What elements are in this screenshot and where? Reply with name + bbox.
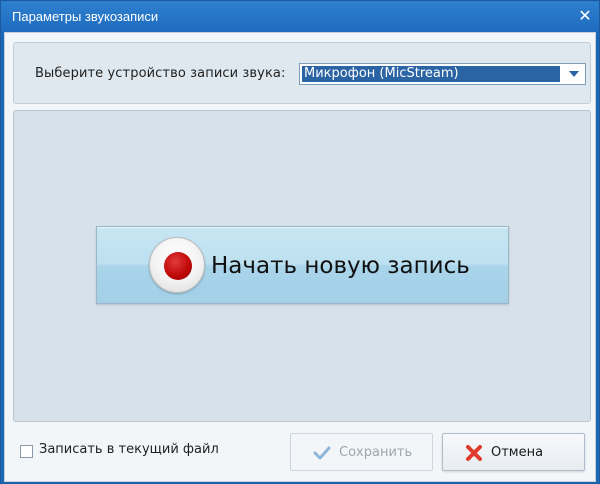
close-button[interactable]: ✕ — [575, 6, 595, 26]
record-icon — [149, 237, 205, 293]
device-label: Выберите устройство записи звука: — [35, 66, 286, 81]
chevron-down-icon[interactable] — [563, 65, 584, 83]
save-label: Сохранить — [339, 445, 413, 460]
cancel-button[interactable]: Отмена — [442, 433, 585, 471]
cross-icon — [466, 445, 482, 461]
close-icon: ✕ — [578, 6, 592, 25]
record-to-current-file-checkbox[interactable] — [20, 445, 33, 458]
checkmark-icon — [313, 446, 331, 460]
device-select-value: Микрофон (MicStream) — [302, 66, 560, 82]
record-panel: Начать новую запись — [13, 110, 591, 422]
cancel-label: Отмена — [491, 445, 544, 460]
footer-bar: Записать в текущий файл Сохранить Отмена — [5, 427, 595, 481]
device-panel: Выберите устройство записи звука: Микроф… — [13, 42, 591, 104]
start-recording-label: Начать новую запись — [211, 253, 470, 279]
start-recording-button[interactable]: Начать новую запись — [96, 226, 509, 304]
save-button[interactable]: Сохранить — [290, 433, 433, 471]
window-title: Параметры звукозаписи — [12, 9, 159, 24]
record-to-current-file-label[interactable]: Записать в текущий файл — [39, 442, 219, 457]
dialog-content: Выберите устройство записи звука: Микроф… — [4, 32, 596, 482]
device-select[interactable]: Микрофон (MicStream) — [299, 63, 586, 85]
dialog-window: Параметры звукозаписи ✕ Выберите устройс… — [0, 0, 600, 484]
title-bar[interactable]: Параметры звукозаписи ✕ — [1, 1, 599, 32]
